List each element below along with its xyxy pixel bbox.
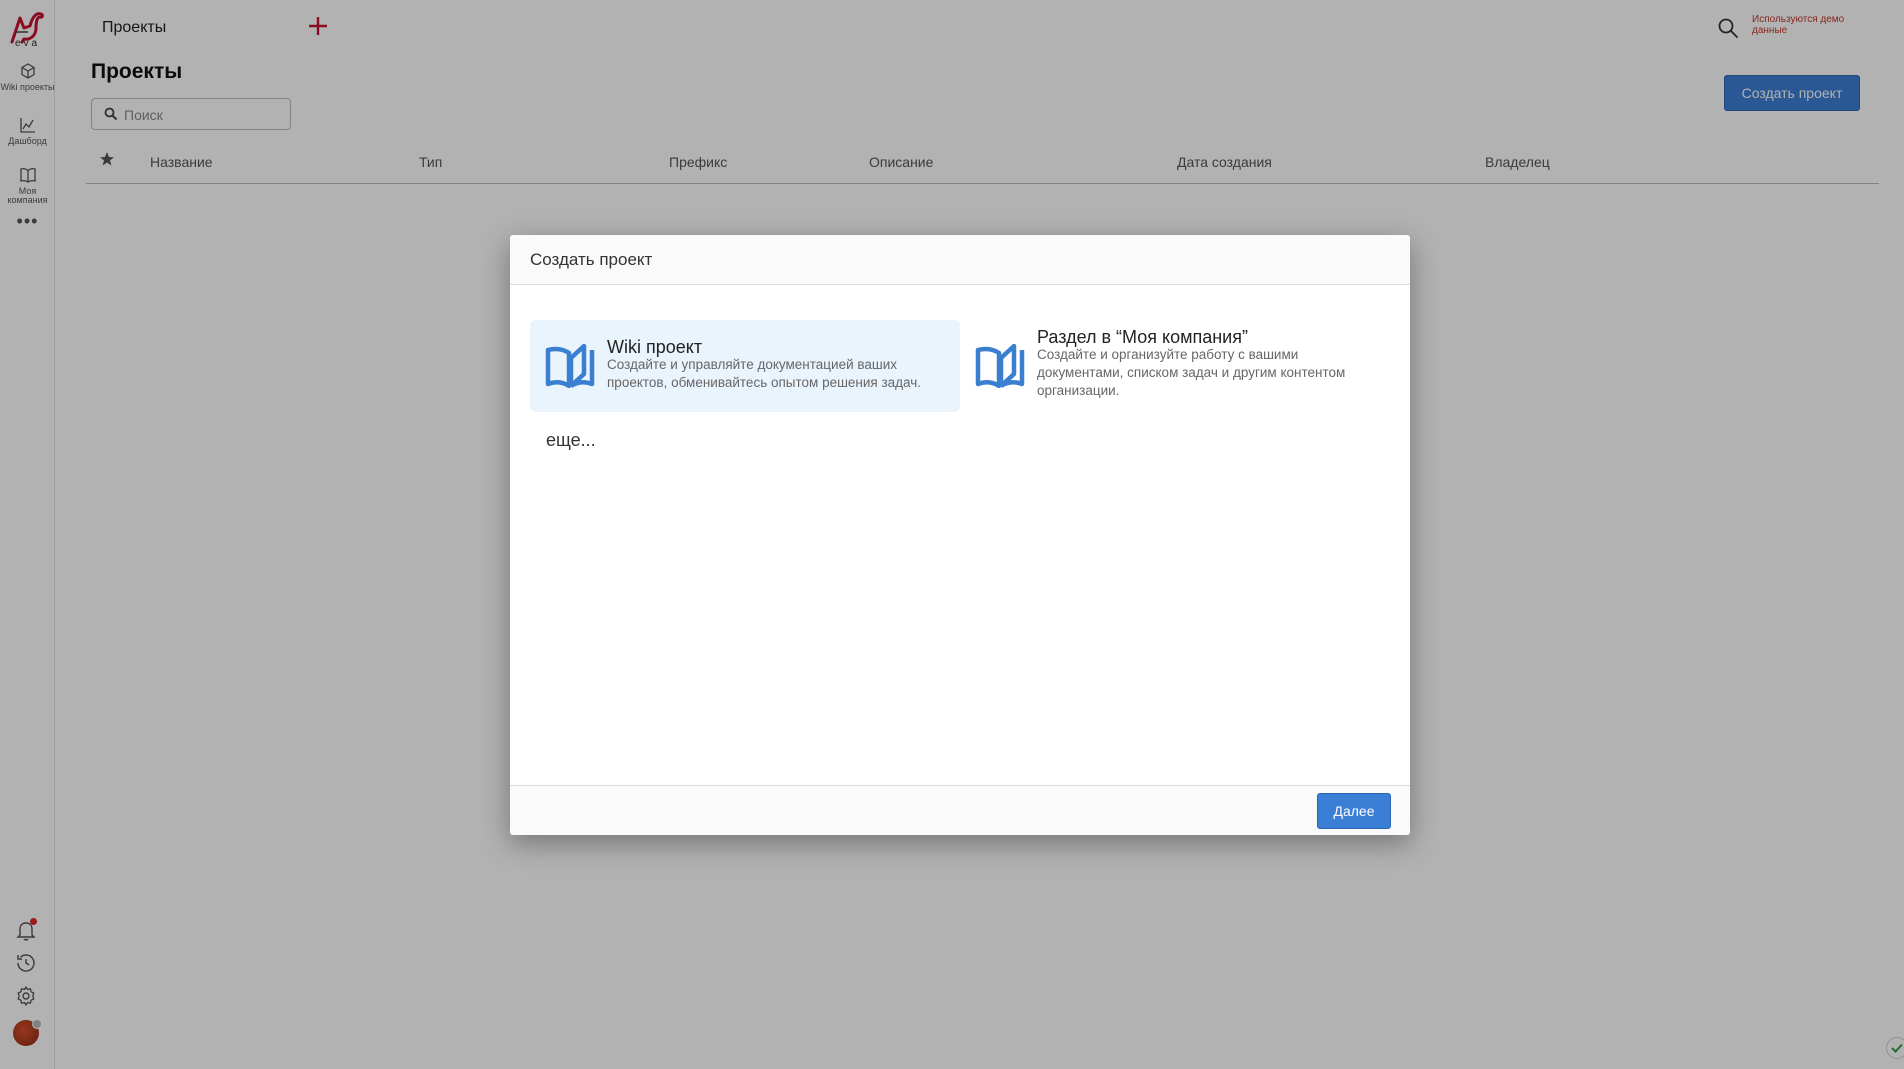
next-button[interactable]: Далее [1317, 793, 1391, 829]
more-options-link[interactable]: еще... [546, 430, 596, 451]
option-description: Создайте и управляйте документацией ваши… [607, 357, 922, 390]
open-book-icon [545, 344, 595, 388]
open-book-icon [975, 344, 1025, 388]
option-wiki-project[interactable]: Wiki проект Создайте и управляйте докуме… [530, 320, 960, 412]
create-project-dialog: Создать проект Wiki проект Создайте и уп… [510, 235, 1410, 835]
dialog-title: Создать проект [530, 250, 653, 269]
option-title: Wiki проект [607, 337, 703, 357]
dialog-header: Создать проект [510, 235, 1410, 285]
option-company-section[interactable]: Раздел в “Моя компания” Создайте и орган… [960, 320, 1390, 412]
option-description: Создайте и организуйте работу с вашими д… [1037, 347, 1346, 398]
dialog-footer: Далее [510, 785, 1410, 835]
option-title: Раздел в “Моя компания” [1037, 327, 1248, 347]
dialog-body: Wiki проект Создайте и управляйте докуме… [510, 285, 1410, 785]
